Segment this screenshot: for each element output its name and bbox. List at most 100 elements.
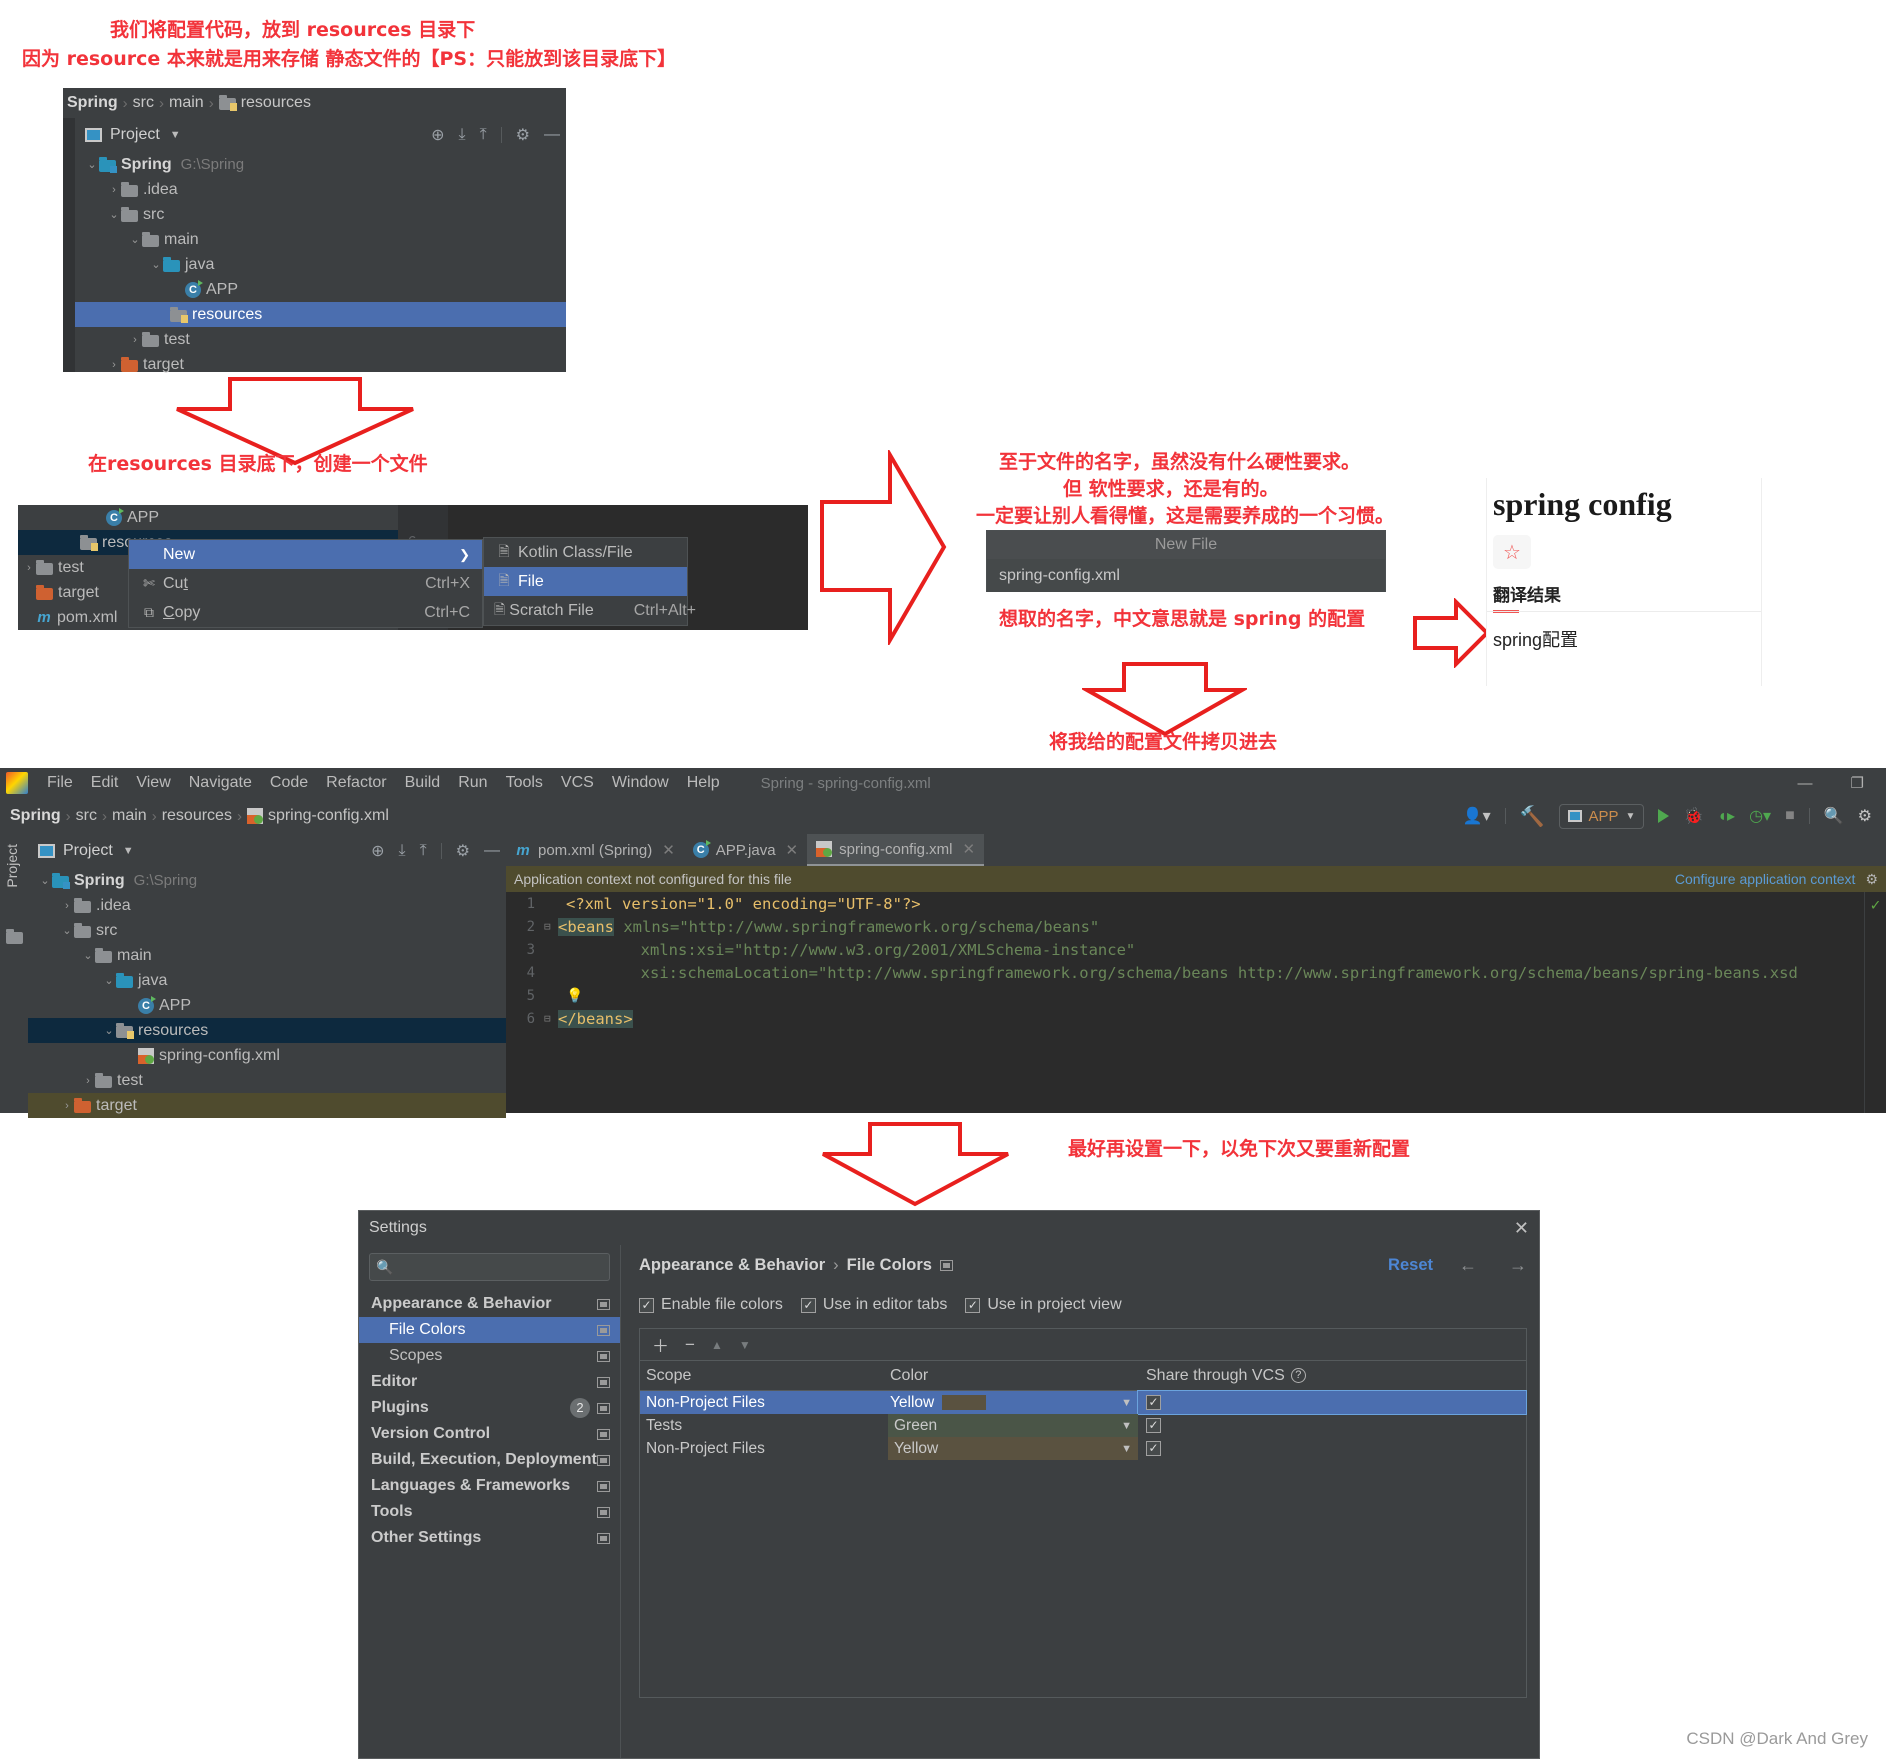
collapse-all-icon[interactable]: ⤒ xyxy=(420,842,427,860)
tree-row[interactable]: ⌄ main xyxy=(75,227,566,252)
close-icon[interactable]: ✕ xyxy=(662,841,675,859)
menu-vcs[interactable]: VCS xyxy=(552,774,603,792)
user-icon[interactable]: 👤▾ xyxy=(1463,806,1491,826)
new-file-name-input[interactable]: spring-config.xml xyxy=(987,559,1385,592)
chevron-down-icon[interactable]: ▼ xyxy=(1121,1397,1132,1409)
tree-row[interactable]: C APP xyxy=(75,277,566,302)
menu-view[interactable]: View xyxy=(127,774,179,792)
editor-scrollbar[interactable]: ✓ xyxy=(1864,892,1886,1113)
hide-icon[interactable]: — xyxy=(484,842,500,860)
minimize-button[interactable]: — xyxy=(1798,775,1813,792)
chevron-down-icon[interactable]: ▼ xyxy=(170,129,181,141)
tree-row[interactable]: ⌄ src xyxy=(28,918,506,943)
settings-item-plugins[interactable]: Plugins 2 xyxy=(359,1395,620,1421)
restore-button[interactable]: ❐ xyxy=(1851,774,1864,792)
menu-item-cut[interactable]: ✄ Cut Ctrl+X xyxy=(129,569,482,598)
select-opened-file-icon[interactable]: ⊕ xyxy=(431,125,444,145)
tree-row[interactable]: ⌄ java xyxy=(75,252,566,277)
settings-item-appearance-behavior[interactable]: Appearance & Behavior xyxy=(359,1291,620,1317)
tree-row[interactable]: › target xyxy=(28,1093,506,1118)
gear-icon[interactable]: ⚙ xyxy=(1865,871,1878,888)
tree-row[interactable]: ⌄ main xyxy=(28,943,506,968)
chevron-down-icon[interactable]: ⌄ xyxy=(128,233,142,246)
expand-square-icon[interactable] xyxy=(939,1260,953,1271)
settings-item-tools[interactable]: Tools xyxy=(359,1499,620,1525)
move-up-icon[interactable]: ▲ xyxy=(711,1338,723,1352)
chevron-right-icon[interactable]: › xyxy=(22,562,36,574)
submenu-item-file[interactable]: 🗎 File xyxy=(484,567,687,596)
expand-square-icon[interactable] xyxy=(597,1324,610,1336)
forward-arrow-icon[interactable]: → xyxy=(1509,1255,1527,1276)
cell-share-vcs[interactable]: ✓ xyxy=(1138,1418,1526,1433)
menu-edit[interactable]: Edit xyxy=(82,774,128,792)
menu-run[interactable]: Run xyxy=(449,774,496,792)
close-icon[interactable]: ✕ xyxy=(1514,1218,1529,1239)
chevron-right-icon[interactable]: › xyxy=(107,184,121,196)
nav-breadcrumb-item-4[interactable]: spring-config.xml xyxy=(268,807,389,825)
search-icon[interactable]: 🔍 xyxy=(1824,806,1844,826)
chevron-down-icon[interactable]: ⌄ xyxy=(102,974,116,987)
collapse-all-icon[interactable]: ⤒ xyxy=(480,126,487,144)
nav-breadcrumb-item-2[interactable]: main xyxy=(112,807,147,825)
nav-breadcrumb-item-1[interactable]: src xyxy=(76,807,97,825)
checkbox-icon[interactable]: ✓ xyxy=(1146,1441,1161,1456)
tree-row[interactable]: C APP xyxy=(28,993,506,1018)
menu-tools[interactable]: Tools xyxy=(497,774,552,792)
expand-all-icon[interactable]: ⤓ xyxy=(459,126,466,144)
menu-window[interactable]: Window xyxy=(603,774,678,792)
cell-color[interactable]: Yellow ▼ xyxy=(888,1391,1138,1414)
tree-row[interactable]: › target xyxy=(75,352,566,377)
checkbox-use-in-project-view[interactable]: ✓ Use in project view xyxy=(965,1296,1122,1314)
checkbox-use-in-editor-tabs[interactable]: ✓ Use in editor tabs xyxy=(800,1296,947,1314)
tree-row[interactable]: › .idea xyxy=(28,893,506,918)
help-icon[interactable]: ? xyxy=(1290,1368,1306,1383)
expand-square-icon[interactable] xyxy=(597,1402,610,1414)
stop-icon[interactable]: ■ xyxy=(1785,807,1795,825)
expand-square-icon[interactable] xyxy=(597,1350,610,1362)
checkbox-icon[interactable]: ✓ xyxy=(1146,1395,1161,1410)
tree-row[interactable]: ⌄ Spring G:\Spring xyxy=(28,868,506,893)
settings-item-scopes[interactable]: Scopes xyxy=(359,1343,620,1369)
cell-color[interactable]: Green ▼ xyxy=(888,1414,1138,1437)
tab-pom-xml[interactable]: m pom.xml (Spring) ✕ xyxy=(506,834,684,866)
expand-square-icon[interactable] xyxy=(597,1376,610,1388)
menu-file[interactable]: File xyxy=(38,774,82,792)
menu-item-copy[interactable]: ⧉ Copy Ctrl+C xyxy=(129,598,482,627)
nav-breadcrumb-item-3[interactable]: resources xyxy=(162,807,232,825)
run-configuration-selector[interactable]: APP ▼ xyxy=(1558,803,1645,829)
settings-crumb-0[interactable]: Appearance & Behavior xyxy=(639,1256,825,1275)
build-icon[interactable]: 🔨 xyxy=(1520,804,1545,829)
chevron-down-icon[interactable]: ⌄ xyxy=(38,874,52,887)
settings-item-version-control[interactable]: Version Control xyxy=(359,1421,620,1447)
expand-square-icon[interactable] xyxy=(597,1480,610,1492)
tree-row[interactable]: ⌄ Spring G:\Spring xyxy=(75,152,566,177)
breadcrumb-item-3[interactable]: resources xyxy=(241,94,311,112)
back-arrow-icon[interactable]: ← xyxy=(1459,1255,1477,1276)
menu-item-new[interactable]: New ❯ xyxy=(129,540,482,569)
tree-row-resources[interactable]: resources xyxy=(75,302,566,327)
expand-square-icon[interactable] xyxy=(597,1428,610,1440)
breadcrumb-item-2[interactable]: main xyxy=(169,94,204,112)
tree-row[interactable]: › .idea xyxy=(75,177,566,202)
move-down-icon[interactable]: ▼ xyxy=(739,1338,751,1352)
fold-gutter[interactable]: ⊟ xyxy=(544,920,558,933)
cell-color[interactable]: Yellow ▼ xyxy=(888,1437,1138,1460)
debug-icon[interactable]: 🐞 xyxy=(1683,806,1703,826)
settings-icon[interactable]: ⚙ xyxy=(1858,806,1872,826)
chevron-down-icon[interactable]: ⌄ xyxy=(60,924,74,937)
chevron-down-icon[interactable]: ⌄ xyxy=(81,949,95,962)
code-editor[interactable]: 1 <?xml version="1.0" encoding="UTF-8"?>… xyxy=(506,892,1886,1113)
menu-code[interactable]: Code xyxy=(261,774,317,792)
chevron-right-icon[interactable]: › xyxy=(81,1075,95,1087)
table-row[interactable]: Non-Project Files Yellow ▼ ✓ xyxy=(640,1437,1526,1460)
tree-row[interactable]: › test xyxy=(28,1068,506,1093)
expand-square-icon[interactable] xyxy=(597,1298,610,1310)
chevron-down-icon[interactable]: ⌄ xyxy=(85,158,99,171)
tab-spring-config-xml[interactable]: spring-config.xml ✕ xyxy=(807,834,985,866)
profiler-icon[interactable]: ◷▾ xyxy=(1749,806,1771,826)
submenu-item-scratch-file[interactable]: 🗎 Scratch File Ctrl+Alt+ xyxy=(484,596,696,625)
cell-share-vcs[interactable]: ✓ xyxy=(1138,1441,1526,1456)
settings-item-editor[interactable]: Editor xyxy=(359,1369,620,1395)
close-icon[interactable]: ✕ xyxy=(786,841,799,859)
breadcrumb-item-0[interactable]: Spring xyxy=(67,94,118,112)
